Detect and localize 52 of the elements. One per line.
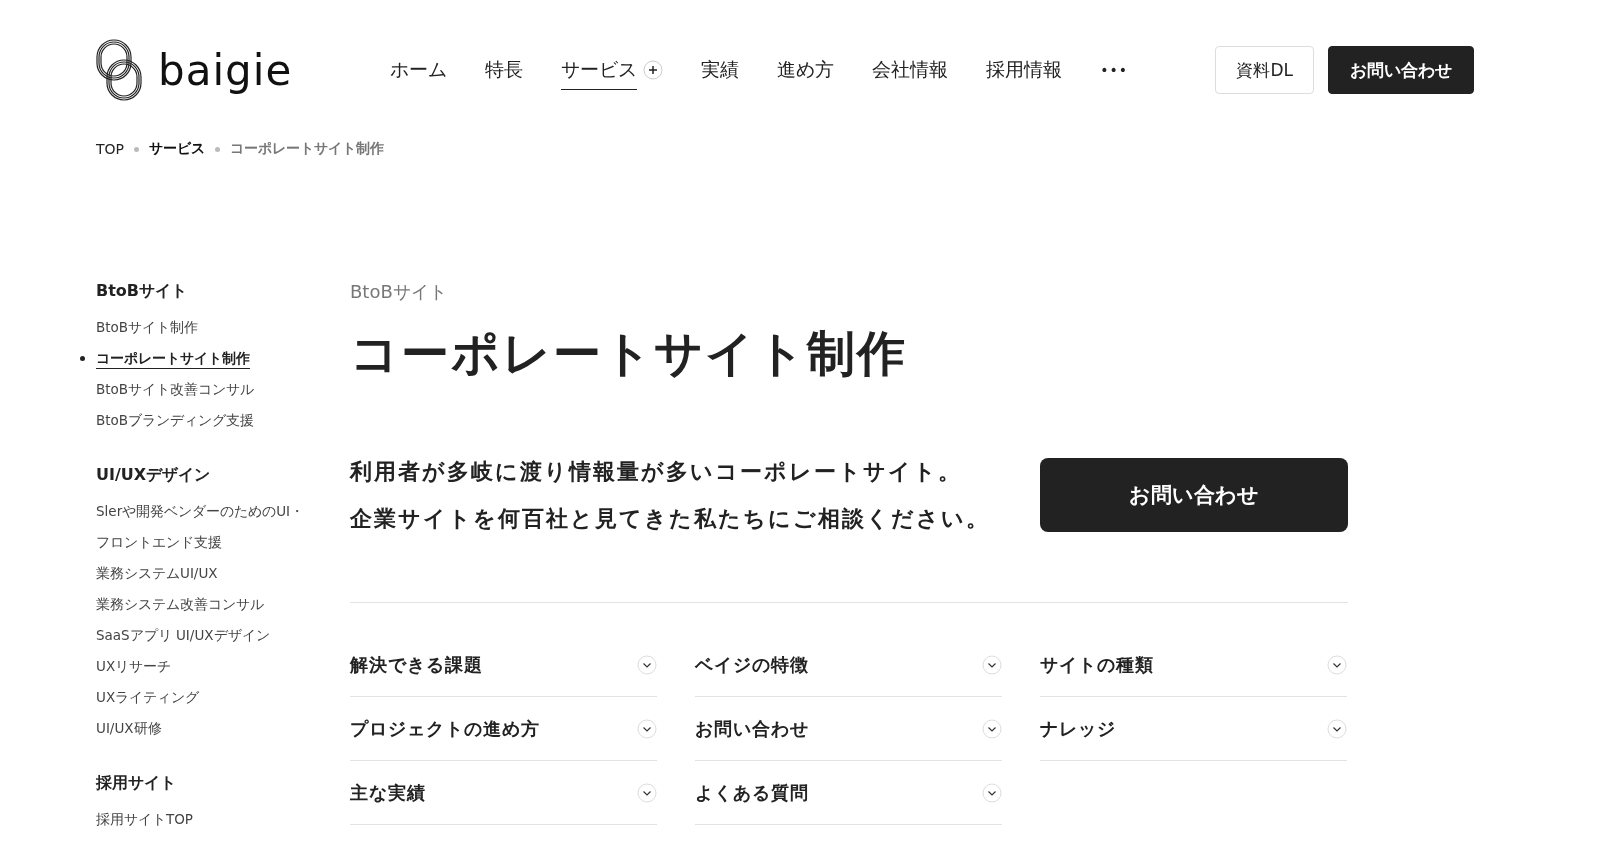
sidebar-link[interactable]: 業務システム改善コンサル [96,589,264,620]
logo-icon[interactable] [94,37,144,103]
sidebar-link[interactable]: BtoBブランディング支援 [96,405,255,436]
nav-link[interactable]: 特長 [485,50,524,90]
anchor-label: よくある質問 [695,780,809,805]
anchor-label: ベイジの特徴 [695,652,809,677]
more-menu-button[interactable]: ••• [1100,46,1129,94]
page-title: コーポレートサイト制作 [350,324,908,383]
anchor-label: サイトの種類 [1040,652,1154,677]
sidebar-heading: 採用サイト [96,772,177,794]
category-label: BtoBサイト [350,280,448,304]
nav-link[interactable]: 進め方 [777,50,835,90]
anchor-link[interactable]: サイトの種類 [1040,633,1347,697]
sidebar-link[interactable]: 採用サイトTOP [96,804,193,835]
contact-button[interactable]: お問い合わせ [1040,458,1348,532]
nav-link[interactable]: 実績 [701,50,740,90]
breadcrumb-link[interactable]: TOP [96,141,124,157]
sidebar-heading: BtoBサイト [96,280,189,302]
anchor-link[interactable]: プロジェクトの進め方 [350,697,657,761]
sidebar-link[interactable]: UI/UX研修 [96,713,162,744]
logo-text[interactable]: baigie [158,45,293,95]
anchor-link[interactable]: 解決できる課題 [350,633,657,697]
bullet-icon [80,356,85,361]
sidebar-heading: UI/UXデザイン [96,464,212,486]
nav-link[interactable]: サービス [561,50,638,90]
plus-icon[interactable] [643,60,664,80]
anchor-link[interactable]: 主な実績 [350,761,657,825]
sidebar-link[interactable]: UXライティング [96,682,200,713]
anchor-link[interactable]: ナレッジ [1040,697,1347,761]
anchor-link[interactable]: お問い合わせ [695,697,1002,761]
nav-link[interactable]: 会社情報 [872,50,949,90]
sidebar-link[interactable]: Slerや開発ベンダーのためのUI・フロントエンド支援 [96,496,318,558]
nav-link[interactable]: 採用情報 [986,50,1063,90]
sidebar-link[interactable]: 業務システムUI/UX [96,558,218,589]
download-button[interactable]: 資料DL [1215,46,1314,94]
sidebar-link[interactable]: UXリサーチ [96,651,172,682]
anchor-label: ナレッジ [1040,716,1116,741]
sidebar-link[interactable]: BtoBサイト改善コンサル [96,374,255,405]
anchor-link[interactable]: ベイジの特徴 [695,633,1002,697]
lead-text: 企業サイトを何百社と見てきた私たちにご相談ください。 [350,505,990,533]
sidebar-link[interactable]: SaaSアプリ UI/UXデザイン [96,620,270,651]
anchor-label: お問い合わせ [695,716,809,741]
sidebar-link[interactable]: コーポレートサイト制作 [96,343,250,374]
contact-button[interactable]: お問い合わせ [1328,46,1474,94]
anchor-label: プロジェクトの進め方 [350,716,540,741]
anchor-label: 解決できる課題 [350,652,483,677]
anchor-link[interactable]: よくある質問 [695,761,1002,825]
sidebar-link[interactable]: BtoBサイト制作 [96,312,199,343]
nav-link[interactable]: ホーム [390,50,448,90]
anchor-label: 主な実績 [350,780,426,805]
breadcrumb-link[interactable]: サービス [149,140,205,158]
lead-text: 利用者が多岐に渡り情報量が多いコーポレートサイト。 [350,458,963,486]
